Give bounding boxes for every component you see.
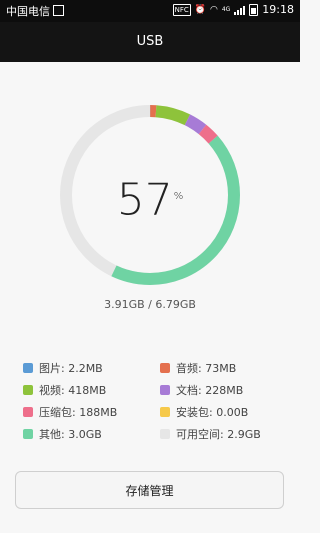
percent-sign: % (173, 191, 184, 202)
status-bar: 中国电信 NFC ⏰ ◠ 4G 19:18 (0, 0, 300, 22)
app-bar: USB (0, 22, 300, 62)
legend-label: 视频: 418MB (39, 384, 107, 397)
alarm-icon: ⏰ (194, 4, 206, 15)
legend-swatch (160, 385, 170, 395)
legend-swatch (23, 429, 33, 439)
legend-item-images: 图片: 2.2MB (23, 362, 103, 376)
usage-summary: 3.91GB / 6.79GB (104, 298, 196, 311)
legend-swatch (23, 407, 33, 417)
legend-item-archives: 压缩包: 188MB (23, 406, 117, 420)
carrier-name: 中国电信 (6, 5, 50, 18)
legend-item-audio: 音频: 73MB (160, 362, 236, 376)
storage-management-button[interactable]: 存储管理 (15, 471, 284, 509)
legend-label: 音频: 73MB (176, 362, 237, 375)
status-icons: NFC ⏰ ◠ 4G 19:18 (172, 3, 294, 16)
page-title: USB (136, 34, 164, 49)
legend-item-free-space: 可用空间: 2.9GB (160, 428, 261, 442)
legend-label: 图片: 2.2MB (39, 362, 103, 375)
legend-item-video: 视频: 418MB (23, 384, 106, 398)
legend-item-documents: 文档: 228MB (160, 384, 243, 398)
battery-icon (249, 3, 259, 16)
legend-label: 可用空间: 2.9GB (176, 428, 261, 441)
legend-label: 其他: 3.0GB (39, 428, 102, 441)
sim-card-icon (53, 5, 64, 16)
legend-item-packages: 安装包: 0.00B (160, 406, 248, 420)
legend-label: 文档: 228MB (176, 384, 244, 397)
legend-swatch (160, 407, 170, 417)
wifi-icon: ◠ (209, 4, 218, 15)
legend-label: 压缩包: 188MB (39, 406, 118, 419)
network-type-icon: 4G (221, 5, 231, 13)
clock: 19:18 (262, 3, 294, 16)
legend-label: 安装包: 0.00B (176, 406, 249, 419)
signal-icon (234, 5, 246, 15)
carrier: 中国电信 (6, 3, 64, 19)
nfc-icon: NFC (172, 3, 191, 16)
legend-swatch (23, 363, 33, 373)
legend-swatch (160, 429, 170, 439)
legend-swatch (23, 385, 33, 395)
usage-percent-value: 57 (116, 174, 173, 226)
legend-item-other: 其他: 3.0GB (23, 428, 102, 442)
legend-swatch (160, 363, 170, 373)
usage-percent: 57% (0, 172, 300, 226)
